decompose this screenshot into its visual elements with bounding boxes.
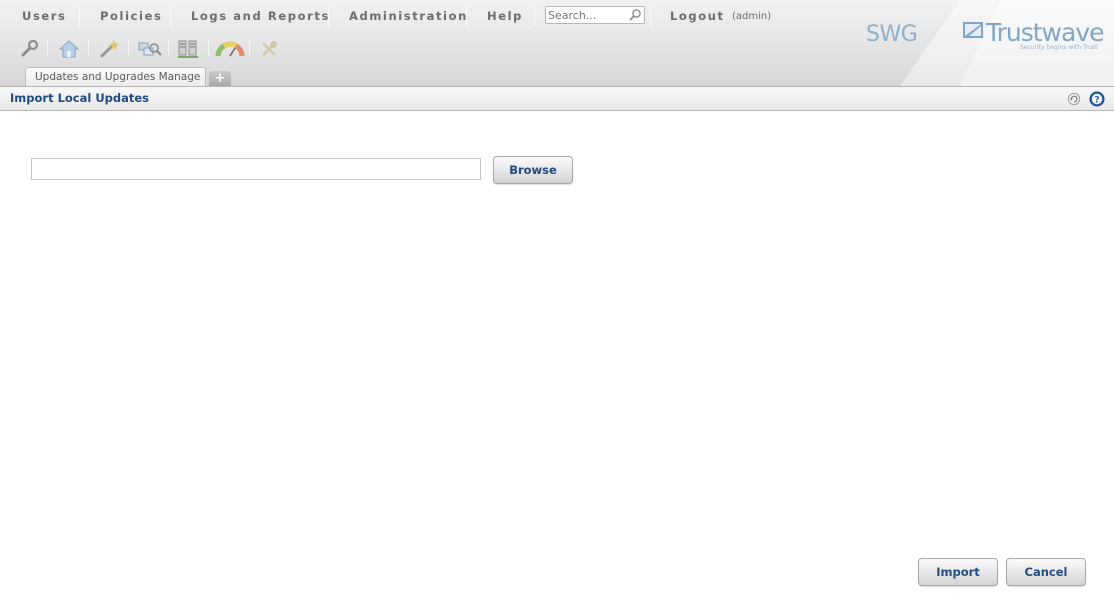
search-box — [545, 6, 645, 24]
svg-text:?: ? — [1094, 96, 1099, 106]
search-input[interactable] — [548, 8, 628, 22]
import-button[interactable]: Import — [918, 558, 998, 586]
menu-administration[interactable]: Administration — [349, 9, 468, 23]
toolbar-separator — [249, 40, 250, 56]
toolbar-separator — [47, 40, 48, 56]
network-search-icon[interactable] — [137, 38, 163, 60]
home-icon[interactable] — [58, 38, 80, 60]
dashboard-gauge-icon[interactable] — [215, 38, 245, 60]
wand-icon[interactable] — [98, 38, 120, 60]
current-user: (admin) — [732, 11, 772, 22]
file-path-input[interactable] — [31, 158, 481, 180]
company-tagline: Security begins with Trust — [1020, 44, 1098, 51]
tools-disabled-icon[interactable] — [258, 38, 280, 60]
search-icon[interactable] — [628, 8, 642, 22]
add-tab-button[interactable]: + — [209, 71, 231, 86]
toolbar-separator — [128, 40, 129, 56]
cancel-button[interactable]: Cancel — [1006, 558, 1086, 586]
tab-updates-and-upgrades[interactable]: Updates and Upgrades Manage — [25, 67, 206, 86]
company-logo: Trustwave — [986, 18, 1104, 47]
page-title: Import Local Updates — [10, 91, 150, 105]
toolbar-separator — [168, 40, 169, 56]
menu-separator — [328, 7, 329, 27]
servers-icon[interactable] — [177, 38, 199, 60]
menu-help[interactable]: Help — [487, 9, 523, 23]
browse-button[interactable]: Browse — [493, 156, 573, 184]
menu-separator — [650, 7, 651, 27]
trustwave-logo-icon — [963, 22, 983, 38]
logout-link[interactable]: Logout — [670, 9, 725, 23]
menu-separator — [170, 7, 171, 27]
refresh-icon[interactable] — [1067, 92, 1081, 106]
menu-policies[interactable]: Policies — [100, 9, 162, 23]
menu-logs-and-reports[interactable]: Logs and Reports — [191, 9, 330, 23]
menu-users[interactable]: Users — [22, 9, 67, 23]
toolbar-separator — [208, 40, 209, 56]
menu-separator — [466, 7, 467, 27]
toolbar-separator — [88, 40, 89, 56]
page-title-bar: Import Local Updates ? — [0, 86, 1114, 111]
wrench-icon[interactable] — [18, 38, 40, 60]
help-icon[interactable]: ? — [1089, 91, 1105, 107]
product-logo: SWG — [866, 22, 918, 47]
menu-separator — [79, 7, 80, 27]
menu-separator — [534, 7, 535, 27]
app-header: Users Policies Logs and Reports Administ… — [0, 0, 1114, 86]
